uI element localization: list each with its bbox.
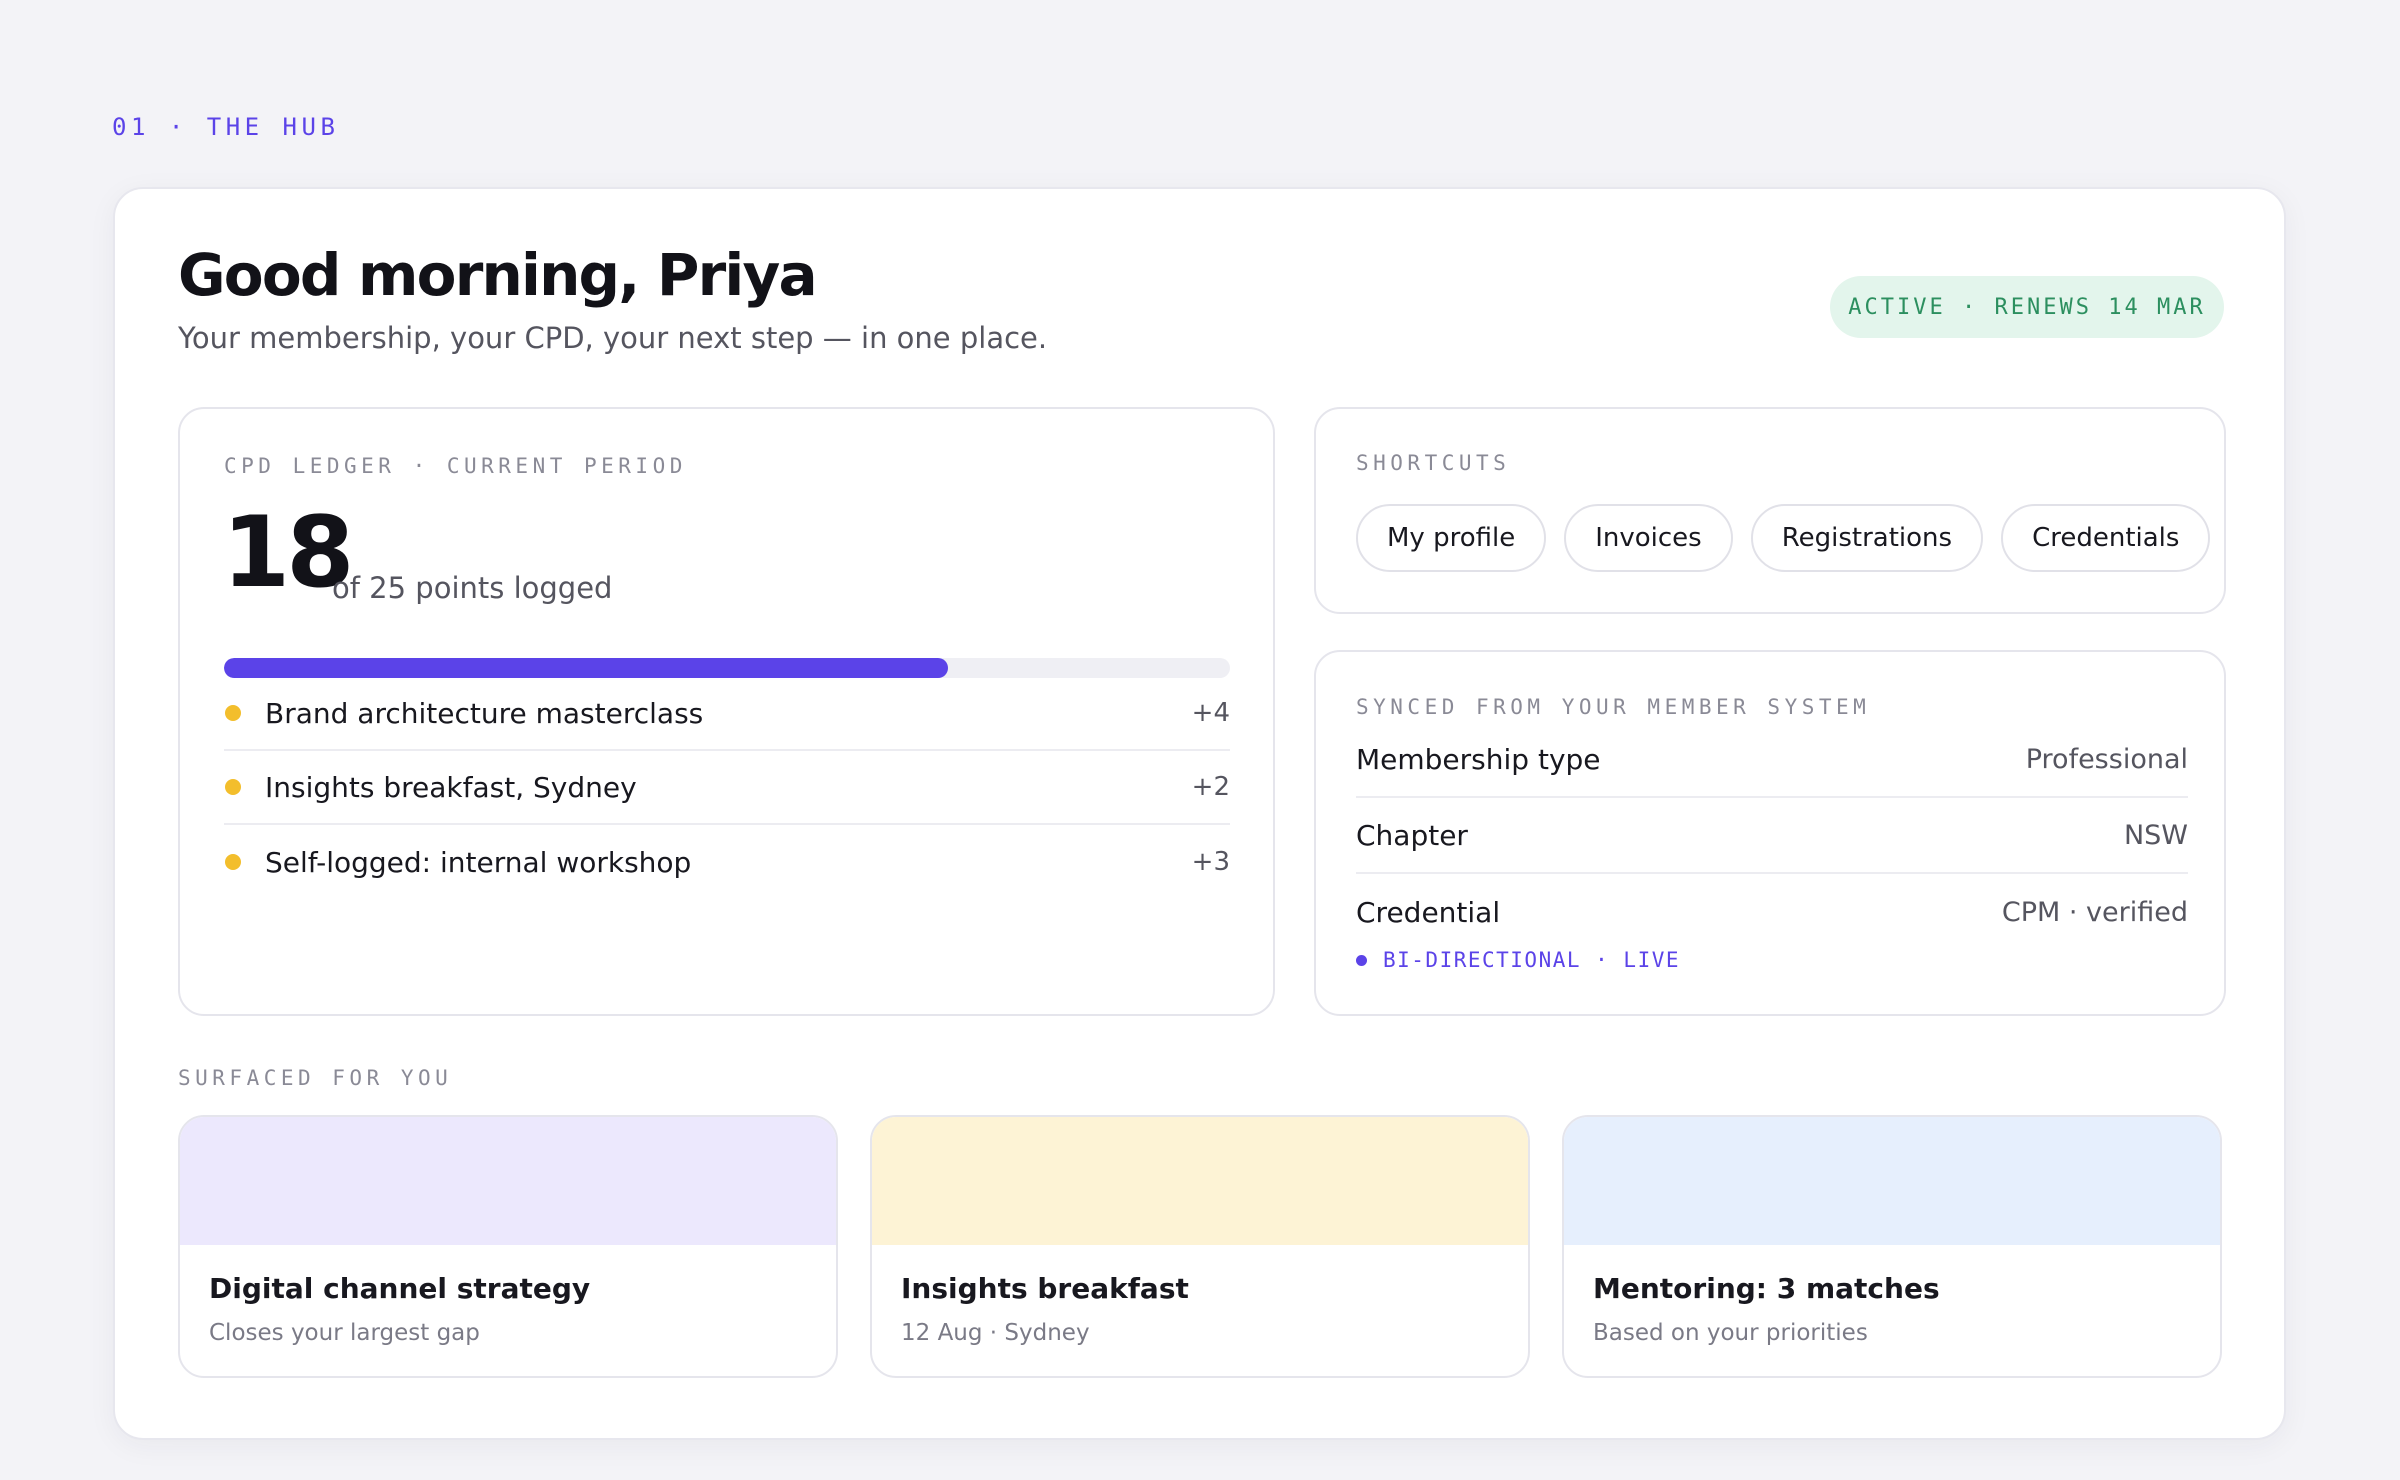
cpd-ledger-card: CPD LEDGER · CURRENT PERIOD 18 of 25 poi… <box>178 407 1275 1016</box>
member-detail-key: Chapter <box>1356 818 1468 852</box>
ledger-item-points: +4 <box>1191 698 1230 728</box>
ledger-dot-icon <box>225 705 241 721</box>
recommendation-card[interactable]: Mentoring: 3 matches Based on your prior… <box>1562 1115 2222 1378</box>
recommendation-banner <box>872 1117 1528 1245</box>
cpd-points-caption: of 25 points logged <box>332 571 613 605</box>
recommendation-title: Digital channel strategy <box>209 1272 591 1305</box>
ledger-row[interactable]: Brand architecture masterclass +4 <box>224 677 1230 751</box>
ledger-item-points: +2 <box>1191 772 1230 802</box>
shortcut-my-profile-button[interactable]: My profile <box>1356 504 1547 572</box>
cpd-ledger-eyebrow: CPD LEDGER · CURRENT PERIOD <box>224 454 687 478</box>
ledger-item-label: Insights breakfast, Sydney <box>265 770 637 804</box>
ledger-item-label: Brand architecture masterclass <box>265 696 704 730</box>
shortcut-invoices-button[interactable]: Invoices <box>1564 504 1733 572</box>
shortcuts-eyebrow: SHORTCUTS <box>1356 451 1511 475</box>
member-detail-row: Chapter NSW <box>1356 798 2188 874</box>
member-detail-value: Professional <box>2025 743 2188 775</box>
cpd-progress-bar <box>224 658 1230 678</box>
recommendation-subtitle: 12 Aug · Sydney <box>901 1320 1090 1346</box>
cpd-progress-fill <box>224 658 949 678</box>
recommendation-banner <box>180 1117 836 1245</box>
page-title: Good morning, Priya <box>178 241 818 309</box>
surfaced-eyebrow: SURFACED FOR YOU <box>178 1066 453 1090</box>
ledger-row[interactable]: Insights breakfast, Sydney +2 <box>224 751 1230 825</box>
ledger-item-points: +3 <box>1191 847 1230 877</box>
ledger-dot-icon <box>225 854 241 870</box>
recommendation-banner <box>1564 1117 2220 1245</box>
recommendation-title: Mentoring: 3 matches <box>1593 1272 1940 1305</box>
shortcuts-list: My profile Invoices Registrations Creden… <box>1356 504 2211 572</box>
recommendation-subtitle: Based on your priorities <box>1593 1320 1868 1346</box>
recommendation-subtitle: Closes your largest gap <box>209 1320 480 1346</box>
member-detail-key: Credential <box>1356 895 1501 929</box>
sync-status: BI-DIRECTIONAL · LIVE <box>1356 948 1680 972</box>
ledger-dot-icon <box>225 779 241 795</box>
recommendation-card[interactable]: Insights breakfast 12 Aug · Sydney <box>870 1115 1530 1378</box>
recommendation-title: Insights breakfast <box>901 1272 1189 1305</box>
shortcuts-card: SHORTCUTS My profile Invoices Registrati… <box>1314 407 2226 614</box>
section-tag: 01 · THE HUB <box>112 113 340 141</box>
sync-status-label: BI-DIRECTIONAL · LIVE <box>1383 948 1681 972</box>
member-system-card: SYNCED FROM YOUR MEMBER SYSTEM Membershi… <box>1314 650 2226 1016</box>
ledger-row[interactable]: Self-logged: internal workshop +3 <box>224 825 1230 899</box>
live-dot-icon <box>1356 954 1367 966</box>
shortcut-credentials-button[interactable]: Credentials <box>2001 504 2211 572</box>
cpd-ledger-list: Brand architecture masterclass +4 Insigh… <box>224 677 1230 899</box>
recommendation-card[interactable]: Digital channel strategy Closes your lar… <box>178 1115 838 1378</box>
hub-panel: Good morning, Priya Your membership, you… <box>113 187 2286 1440</box>
membership-status-badge: ACTIVE · RENEWS 14 MAR <box>1830 276 2224 338</box>
member-detail-key: Membership type <box>1356 742 1601 776</box>
ledger-item-label: Self-logged: internal workshop <box>265 845 692 879</box>
member-detail-value: NSW <box>2123 819 2188 851</box>
member-system-eyebrow: SYNCED FROM YOUR MEMBER SYSTEM <box>1356 695 1871 719</box>
shortcut-registrations-button[interactable]: Registrations <box>1750 504 1984 572</box>
member-detail-value: CPM · verified <box>2001 896 2188 928</box>
page-subtitle: Your membership, your CPD, your next ste… <box>178 321 1048 355</box>
member-detail-row: Credential CPM · verified <box>1356 874 2188 950</box>
member-details-list: Membership type Professional Chapter NSW… <box>1356 722 2188 950</box>
member-detail-row: Membership type Professional <box>1356 722 2188 798</box>
